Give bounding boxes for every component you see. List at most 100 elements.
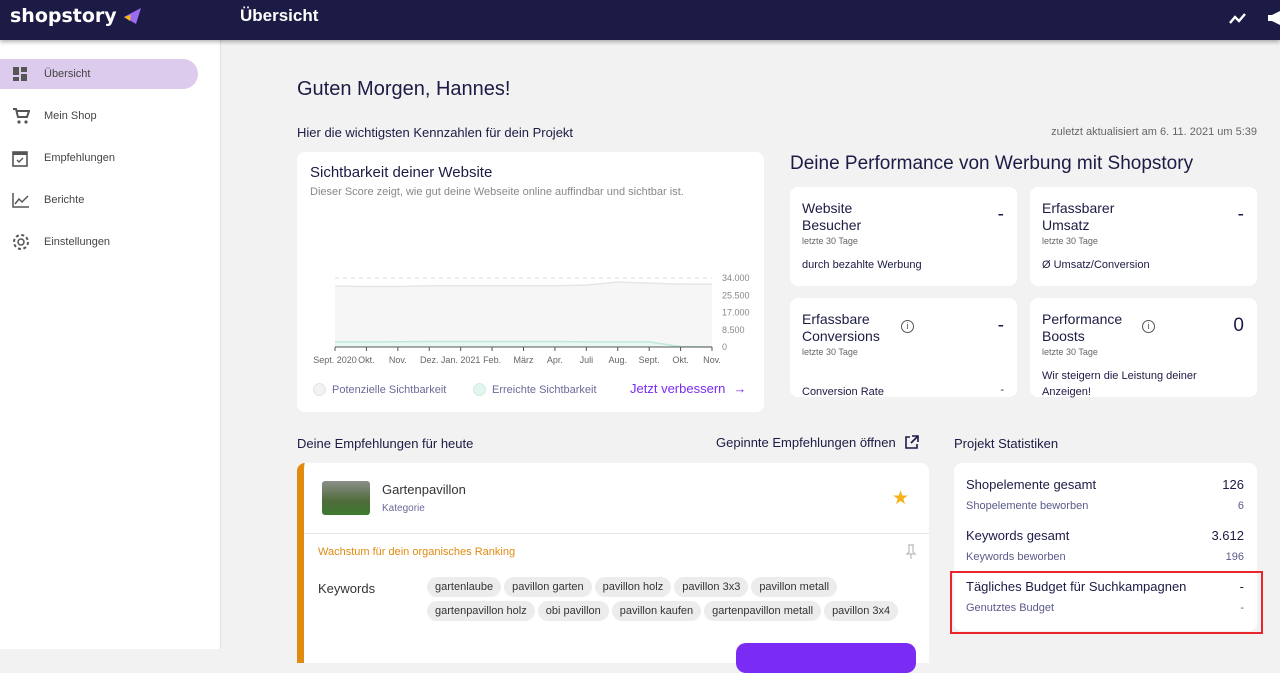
metric-period: letzte 30 Tage: [802, 347, 858, 357]
x-tick-label: Okt.: [672, 355, 689, 365]
paper-plane-logo-icon: [123, 8, 141, 24]
sidebar-item-empfehlungen[interactable]: Empfehlungen: [0, 143, 198, 173]
keyword-chip[interactable]: obi pavillon: [537, 601, 609, 621]
keyword-chip[interactable]: pavillon 3x4: [824, 601, 899, 621]
y-tick-label: 8.500: [722, 325, 745, 335]
keyword-chip[interactable]: gartenpavillon metall: [704, 601, 822, 621]
legend-label: Erreichte Sichtbarkeit: [492, 383, 597, 396]
x-tick-label: Sept.: [639, 355, 660, 365]
metric-period: letzte 30 Tage: [1042, 347, 1098, 357]
divider: [304, 533, 929, 534]
open-pinned-link[interactable]: Gepinnte Empfehlungen öffnen: [716, 435, 919, 450]
x-tick-label: Juli: [580, 355, 594, 365]
metric-title: Performance Boosts: [1042, 311, 1123, 344]
x-tick-label: Nov.: [389, 355, 407, 365]
metric-footer-value: -: [1000, 384, 1004, 396]
greeting: Guten Morgen, Hannes!: [297, 78, 511, 100]
keyword-chip[interactable]: pavillon 3x3: [674, 577, 749, 597]
calendar-check-icon: [12, 151, 28, 167]
metric-footer: Wir steigern die Leistung deiner Anzeige…: [1042, 370, 1197, 398]
x-tick-label: Nov.: [703, 355, 721, 365]
x-tick-label: Sept. 2020: [313, 355, 357, 365]
keyword-chip[interactable]: pavillon metall: [751, 577, 838, 597]
metric-period: letzte 30 Tage: [802, 236, 858, 246]
sidebar-item-mein-shop[interactable]: Mein Shop: [0, 101, 198, 131]
stats-title: Projekt Statistiken: [954, 436, 1059, 451]
metric-footer: Conversion Rate: [802, 386, 884, 398]
y-tick-label: 25.500: [722, 290, 750, 300]
last-updated: zuletzt aktualisiert am 6. 11. 2021 um 5…: [1051, 126, 1257, 138]
keyword-chip[interactable]: pavillon garten: [504, 577, 592, 597]
info-icon[interactable]: i: [901, 320, 914, 333]
logo[interactable]: shopstory: [10, 5, 142, 27]
performance-card: Erfassbare Conversions i - letzte 30 Tage …: [790, 298, 1017, 398]
legend-potential[interactable]: Potenzielle Sichtbarkeit: [313, 383, 446, 396]
legend-achieved[interactable]: Erreichte Sichtbarkeit: [473, 383, 597, 396]
cart-icon: [13, 108, 30, 124]
megaphone-icon[interactable]: [1266, 8, 1280, 28]
x-tick-label: März: [514, 355, 534, 365]
x-tick-label: Apr.: [547, 355, 563, 365]
improve-link[interactable]: Jetzt verbessern →: [630, 381, 746, 396]
metric-footer: durch bezahlte Werbung: [802, 259, 922, 271]
metric-title: Website Besucher: [802, 200, 862, 233]
logo-text: shopstory: [10, 5, 117, 27]
x-tick-label: Aug.: [608, 355, 627, 365]
external-link-icon: [904, 435, 919, 449]
metric-title: Erfassbare Conversions: [802, 311, 880, 344]
recommendation-category: Wachstum für dein organisches Ranking: [318, 546, 516, 558]
recommendation-name: Gartenpavillon: [382, 482, 466, 497]
visibility-desc: Dieser Score zeigt, wie gut deine Websei…: [310, 186, 684, 198]
stat-sub-label: Keywords beworben: [966, 551, 1066, 563]
label: Mein Shop: [44, 110, 97, 122]
pinned-link-label: Gepinnte Empfehlungen öffnen: [716, 435, 896, 450]
label: Einstellungen: [44, 236, 111, 248]
primary-action-button[interactable]: [736, 643, 916, 673]
metric-footer: Ø Umsatz/Conversion: [1042, 259, 1150, 271]
metric-value: -: [997, 315, 1004, 336]
sidebar: Übersicht Mein Shop Empfehlungen Bericht…: [0, 40, 221, 649]
pin-icon[interactable]: [905, 544, 917, 560]
x-tick-label: Jan. 2021: [441, 355, 481, 365]
keyword-chip[interactable]: gartenpavillon holz: [427, 601, 535, 621]
page-header-title: Übersicht: [240, 6, 319, 25]
metric-title: Erfassbarer Umsatz: [1042, 200, 1115, 233]
product-thumbnail: [322, 481, 370, 515]
sidebar-item-berichte[interactable]: Berichte: [0, 185, 198, 215]
visibility-chart: 34.00025.50017.0008.5000Sept. 2020 Okt. No…: [313, 273, 750, 365]
performance-title: Deine Performance von Werbung mit Shopst…: [790, 153, 1194, 174]
metric-value: -: [997, 204, 1004, 225]
keyword-chip[interactable]: pavillon kaufen: [611, 601, 702, 621]
dashboard-icon: [13, 67, 27, 81]
visibility-card: Sichtbarkeit deiner Website Dieser Score…: [297, 152, 764, 412]
metric-period: letzte 30 Tage: [1042, 236, 1098, 246]
legend-dot-icon: [473, 383, 486, 396]
top-bar: shopstory Übersicht: [0, 0, 1280, 40]
star-icon[interactable]: ★: [892, 487, 909, 510]
label: Empfehlungen: [44, 152, 115, 164]
x-tick-label: Dez.: [420, 355, 439, 365]
recommendation-type: Kategorie: [382, 503, 425, 514]
section-subtitle: Hier die wichtigsten Kennzahlen für dein…: [297, 125, 574, 140]
visibility-title: Sichtbarkeit deiner Website: [310, 164, 493, 181]
trend-icon[interactable]: [1228, 8, 1248, 28]
improve-label: Jetzt verbessern: [630, 381, 726, 396]
keyword-chip[interactable]: gartenlaube: [427, 577, 502, 597]
sidebar-item-uebersicht[interactable]: Übersicht: [0, 59, 198, 89]
y-tick-label: 0: [722, 342, 727, 352]
series-area-0: [335, 282, 712, 347]
metric-value: -: [1237, 204, 1244, 225]
label: Übersicht: [44, 68, 91, 80]
gear-icon: [13, 234, 29, 250]
legend-dot-icon: [313, 383, 326, 396]
y-tick-label: 17.000: [722, 308, 750, 318]
info-icon[interactable]: i: [1142, 320, 1155, 333]
x-tick-label: Feb.: [483, 355, 501, 365]
metric-value: 0: [1233, 315, 1244, 336]
chart-line-icon: [12, 193, 29, 208]
keyword-chips: gartenlaube pavillon garten pavillon holz p…: [427, 577, 937, 625]
sidebar-item-einstellungen[interactable]: Einstellungen: [0, 227, 198, 257]
performance-card: Erfassbarer Umsatz - letzte 30 Tage Ø Ums…: [1030, 187, 1257, 286]
stat-label: Keywords gesamt: [966, 528, 1070, 543]
keyword-chip[interactable]: pavillon holz: [594, 577, 672, 597]
